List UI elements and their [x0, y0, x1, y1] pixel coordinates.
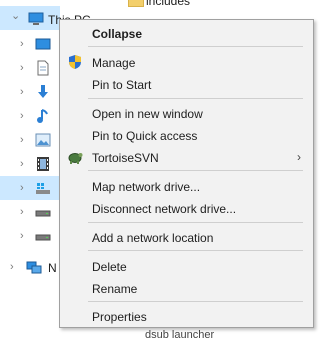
network-icon [26, 261, 42, 274]
menu-item-label: Pin to Start [92, 78, 152, 92]
chevron-right-icon[interactable]: › [20, 230, 30, 242]
menu-separator [88, 170, 303, 171]
tree-item-label: N [48, 261, 57, 275]
drive-icon [35, 210, 51, 217]
menu-item-manage[interactable]: Manage [60, 51, 313, 73]
menu-item-label: Disconnect network drive... [92, 202, 237, 216]
menu-item-collapse[interactable]: Collapse [60, 22, 313, 44]
chevron-right-icon[interactable]: › [20, 86, 30, 98]
menu-item-pin-to-start[interactable]: Pin to Start [60, 73, 313, 95]
computer-icon [28, 12, 44, 25]
tree-item-drive[interactable]: › [0, 224, 60, 248]
picture-icon [35, 133, 51, 147]
menu-item-label: Add a network location [92, 231, 214, 245]
menu-item-add-network-location[interactable]: Add a network location [60, 226, 313, 248]
chevron-right-icon[interactable]: › [20, 158, 30, 170]
menu-item-label: Pin to Quick access [92, 129, 198, 143]
menu-separator [88, 222, 303, 223]
context-menu: Collapse Manage Pin to Start Open in new… [59, 19, 314, 328]
menu-separator [88, 46, 303, 47]
shield-icon [69, 55, 81, 69]
menu-item-pin-to-quick-access[interactable]: Pin to Quick access [60, 124, 313, 146]
menu-item-label: Open in new window [92, 107, 203, 121]
windows-drive-icon [36, 183, 50, 194]
chevron-right-icon[interactable]: › [20, 38, 30, 50]
tree-item-downloads[interactable]: › [0, 80, 60, 104]
menu-item-delete[interactable]: Delete [60, 255, 313, 277]
menu-item-rename[interactable]: Rename [60, 277, 313, 299]
chevron-right-icon[interactable]: › [20, 62, 30, 74]
menu-separator [88, 250, 303, 251]
tree-item-drive[interactable]: › [0, 200, 60, 224]
menu-item-label: Collapse [92, 27, 143, 41]
film-icon [37, 157, 49, 171]
document-icon [37, 60, 49, 76]
tree-item-videos[interactable]: › [0, 152, 60, 176]
chevron-right-icon[interactable]: › [20, 110, 30, 122]
menu-item-tortoisesvn[interactable]: TortoiseSVN › [60, 146, 313, 168]
chevron-down-icon[interactable]: ⌄ [11, 10, 21, 22]
tree-item-local-disk[interactable]: › [0, 176, 60, 200]
menu-item-disconnect-network-drive[interactable]: Disconnect network drive... [60, 197, 313, 219]
desktop-icon [35, 38, 51, 50]
tree-item-music[interactable]: › [0, 104, 60, 128]
chevron-right-icon[interactable]: › [10, 261, 20, 273]
music-note-icon [37, 109, 48, 123]
menu-item-label: Map network drive... [92, 180, 201, 194]
tree-item-desktop[interactable]: › [0, 32, 60, 56]
tortoise-icon [68, 153, 83, 164]
drive-icon [35, 234, 51, 241]
menu-item-label: Properties [92, 310, 147, 324]
menu-item-label: TortoiseSVN [92, 151, 159, 165]
tree-item-pictures[interactable]: › [0, 128, 60, 152]
tree-item-this-pc[interactable]: ⌄ This PC [0, 6, 91, 30]
chevron-right-icon[interactable]: › [20, 182, 30, 194]
menu-item-map-network-drive[interactable]: Map network drive... [60, 175, 313, 197]
chevron-right-icon[interactable]: › [20, 134, 30, 146]
folder-icon [128, 0, 144, 7]
tree-item-documents[interactable]: › [0, 56, 60, 80]
menu-item-label: Delete [92, 260, 127, 274]
file-label[interactable]: dsub launcher [145, 329, 214, 341]
menu-item-label: Manage [92, 56, 136, 70]
menu-item-label: Rename [92, 282, 138, 296]
download-arrow-icon [38, 85, 48, 98]
chevron-right-icon[interactable]: › [20, 206, 30, 218]
menu-item-properties[interactable]: Properties [60, 305, 313, 327]
menu-separator [88, 301, 303, 302]
chevron-right-icon: › [297, 150, 301, 164]
menu-separator [88, 98, 303, 99]
menu-item-open-in-new-window[interactable]: Open in new window [60, 102, 313, 124]
folder-label-includes[interactable]: includes [146, 0, 190, 8]
